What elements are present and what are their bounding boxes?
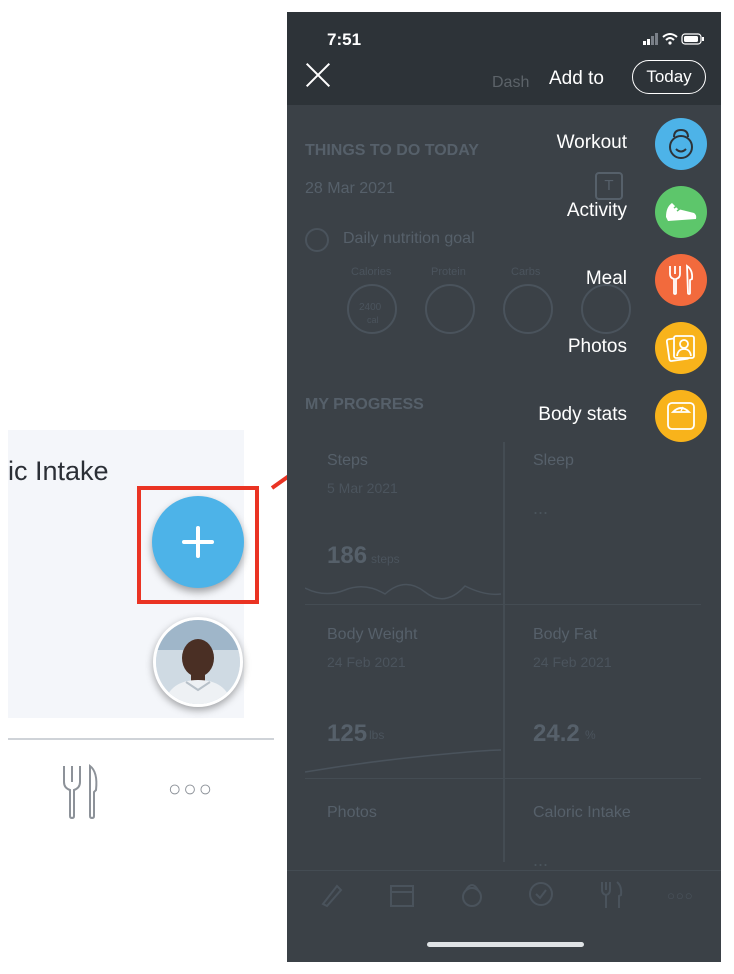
sneaker-icon — [666, 203, 697, 221]
steps-unit: steps — [371, 552, 400, 566]
body-fat-value: 24.2 — [533, 720, 580, 747]
body-fat-label: Body Fat — [533, 626, 598, 643]
avatar[interactable] — [153, 617, 243, 707]
calorie-value: 2400 — [359, 302, 382, 313]
goal-checkbox — [305, 228, 329, 252]
more-icon[interactable]: ○○○ — [168, 776, 214, 802]
calorie-unit: cal — [367, 315, 379, 325]
caloric-intake-label: Caloric Intake — [533, 804, 631, 821]
menu-item-photos[interactable] — [655, 322, 707, 374]
body-weight-label: Body Weight — [327, 626, 418, 643]
steps-label: Steps — [327, 452, 368, 469]
home-indicator[interactable] — [427, 942, 584, 947]
calendar-icon[interactable] — [389, 882, 415, 908]
annotation-highlight-box — [137, 486, 259, 604]
kettlebell-icon[interactable] — [459, 880, 485, 908]
bottom-nav-divider — [287, 870, 721, 871]
tile-divider-row — [305, 778, 701, 779]
body-fat-unit: % — [585, 728, 596, 742]
close-icon[interactable] — [305, 62, 331, 88]
body-fat-date: 24 Feb 2021 — [533, 654, 612, 670]
fork-knife-icon[interactable] — [599, 880, 623, 910]
menu-item-photos-label[interactable]: Photos — [568, 336, 627, 358]
body-weight-line — [305, 749, 501, 773]
dash-label: Dash — [492, 74, 530, 91]
t-badge: T — [595, 172, 623, 200]
nutrition-goal-label: Daily nutrition goal — [343, 230, 475, 247]
fork-knife-icon[interactable] — [60, 764, 100, 820]
scale-icon — [667, 402, 695, 430]
left-bottom-nav: ○○○ — [8, 740, 274, 855]
add-to-label: Add to — [549, 68, 604, 89]
protein-ring — [425, 284, 475, 334]
signal-wifi-battery-icon — [643, 33, 704, 45]
menu-item-body-stats[interactable] — [655, 390, 707, 442]
menu-item-activity[interactable] — [655, 186, 707, 238]
kettlebell-icon — [669, 128, 693, 159]
tile-divider — [503, 442, 505, 862]
activity-icon[interactable] — [527, 880, 555, 908]
things-to-do-heading: THINGS TO DO TODAY — [305, 142, 479, 159]
caloric-intake-value: ... — [533, 850, 549, 870]
menu-item-activity-label[interactable]: Activity — [567, 200, 627, 222]
body-weight-date: 24 Feb 2021 — [327, 654, 406, 670]
today-date: 28 Mar 2021 — [305, 180, 395, 197]
photos-icon — [665, 335, 695, 362]
macro-label-protein: Protein — [431, 266, 466, 278]
carbs-ring — [503, 284, 553, 334]
caloric-intake-title: ic Intake — [8, 456, 109, 486]
tile-divider-row — [305, 604, 701, 605]
menu-item-workout-label[interactable]: Workout — [557, 132, 627, 154]
fork-knife-icon — [669, 264, 694, 295]
status-time: 7:51 — [327, 30, 362, 49]
today-button[interactable]: Today — [632, 60, 706, 94]
my-progress-heading: MY PROGRESS — [305, 396, 424, 413]
fat-ring — [581, 284, 631, 334]
body-weight-unit: lbs — [369, 728, 385, 742]
photos-tile-label: Photos — [327, 804, 377, 821]
menu-item-workout[interactable] — [655, 118, 707, 170]
menu-item-meal-label[interactable]: Meal — [586, 268, 627, 290]
sleep-value: ... — [533, 498, 549, 518]
macro-label-carbs: Carbs — [511, 266, 541, 278]
phone-screen: THINGS TO DO TODAY 28 Mar 2021 T Daily n… — [287, 12, 721, 962]
more-icon[interactable]: ○○○ — [667, 888, 694, 903]
avatar-photo — [156, 620, 240, 704]
steps-date: 5 Mar 2021 — [327, 480, 398, 496]
menu-item-meal[interactable] — [655, 254, 707, 306]
steps-value: 186 — [327, 542, 368, 569]
menu-item-body-stats-label[interactable]: Body stats — [538, 404, 627, 426]
steps-sparkline — [305, 583, 501, 600]
pencil-icon[interactable] — [319, 882, 343, 908]
status-icons — [643, 32, 705, 49]
sleep-label: Sleep — [533, 452, 574, 469]
macro-label-calories: Calories — [351, 266, 392, 278]
